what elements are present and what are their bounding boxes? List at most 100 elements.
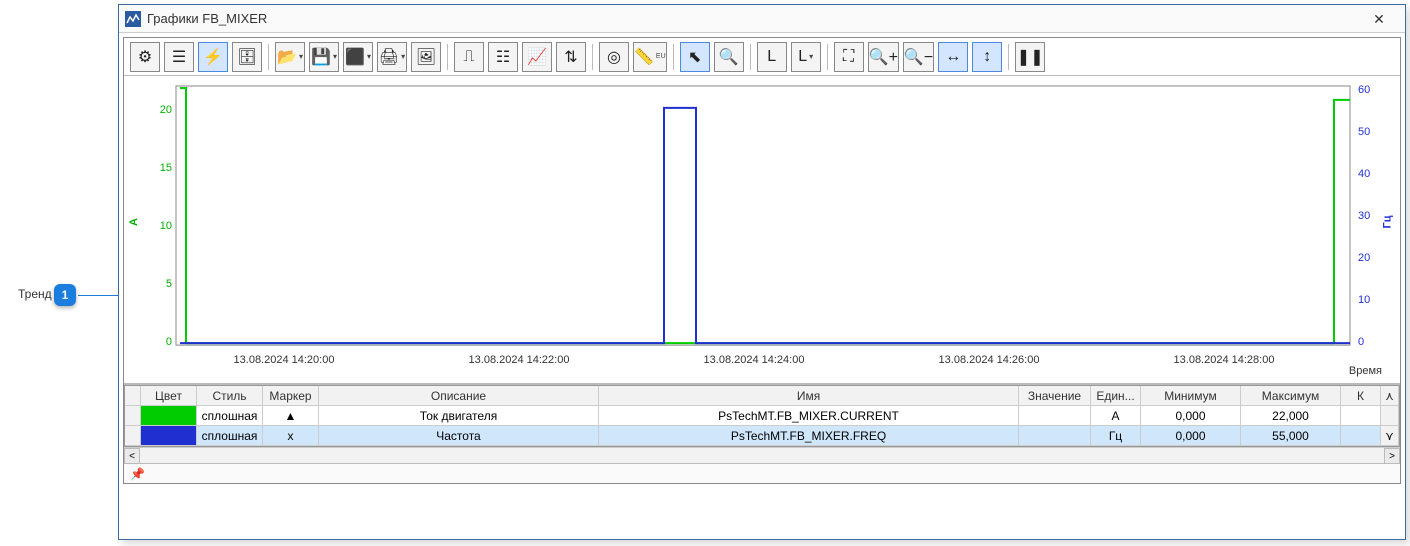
x-axis-label: Время [1349,365,1382,377]
y-right-tick: 40 [1358,168,1382,180]
legend-row[interactable]: сплошная ▲ Ток двигателя PsTechMT.FB_MIX… [125,406,1399,426]
toolbar-separator [827,44,828,70]
legend-panel: Цвет Стиль Маркер Описание Имя Значение … [124,384,1400,463]
pause-button[interactable]: ❚❚ [1015,42,1045,72]
osc-button[interactable]: ⎍ [454,42,484,72]
y-left-tick: 20 [148,104,172,116]
col-unit[interactable]: Един... [1091,386,1141,405]
zoom-in-icon: 🔍+ [869,47,898,67]
chevron-down-icon: ▾ [809,52,813,61]
style-cell: сплошная [197,426,263,445]
lb-button[interactable]: L [757,42,787,72]
pointer-button[interactable]: ⬉ [680,42,710,72]
pointer-icon: ⬉ [688,47,701,67]
chevron-down-icon: ▾ [299,52,303,61]
legend-hscrollbar[interactable]: < > [124,447,1400,463]
y-left-tick: 15 [148,162,172,174]
col-color[interactable]: Цвет [141,386,197,405]
col-desc[interactable]: Описание [319,386,599,405]
window-title: Графики FB_MIXER [147,11,1359,26]
y-right-tick: 60 [1358,84,1382,96]
lb-dropdown-button[interactable]: L▾ [791,42,821,72]
zoom-in-button[interactable]: 🔍+ [868,42,899,72]
list-icon: ☷ [496,47,510,67]
varrow-icon: ↕ [983,48,991,66]
ruler-icon: 📏 [634,47,654,67]
chevron-down-icon: ▾ [333,52,337,61]
col-min[interactable]: Минимум [1141,386,1241,405]
min-cell: 0,000 [1141,406,1241,425]
print-button[interactable]: 🖨▾ [377,42,407,72]
pin-icon[interactable]: 📌 [130,467,145,481]
haxis-button[interactable]: ↔ [938,42,968,72]
link-button[interactable]: ☰ [164,42,194,72]
list-button[interactable]: ☷ [488,42,518,72]
col-value[interactable]: Значение [1019,386,1091,405]
legend-scroll-down[interactable]: ⋎ [1381,426,1399,445]
y-left-tick: 10 [148,220,172,232]
scroll-right-button[interactable]: > [1384,448,1400,464]
zoom-out-button[interactable]: 🔍− [903,42,934,72]
marker-cell: x [263,426,319,445]
y-left-tick: 0 [148,336,172,348]
fit-button[interactable]: ⛶ [834,42,864,72]
min-cell: 0,000 [1141,426,1241,445]
legend-scroll-spacer [1381,406,1399,425]
chevron-down-icon: ▾ [401,52,405,61]
settings-button[interactable]: ⚙ [130,42,160,72]
col-max[interactable]: Максимум [1241,386,1341,405]
scroll-left-button[interactable]: < [124,448,140,464]
database-button[interactable]: 🗄 [232,42,262,72]
pause-icon: ❚❚ [1017,47,1044,67]
col-style[interactable]: Стиль [197,386,263,405]
x-tick: 13.08.2024 14:22:00 [449,354,589,366]
target-button[interactable]: ◎ [599,42,629,72]
db-icon: 🗄 [237,47,257,67]
col-name[interactable]: Имя [599,386,1019,405]
open-button[interactable]: 📂▾ [275,42,305,72]
color-swatch [141,406,197,425]
titlebar[interactable]: Графики FB_MIXER ✕ [119,5,1405,33]
print-icon: 🖨 [379,47,399,67]
annotation-bubble: 1 [54,284,76,306]
fit-icon: ⛶ [843,48,854,66]
scale-button[interactable]: ⇅ [556,42,586,72]
legend-table: Цвет Стиль Маркер Описание Имя Значение … [124,385,1400,447]
y-right-tick: 50 [1358,126,1382,138]
toolbar-separator [268,44,269,70]
toolbar-separator [750,44,751,70]
unit-cell: Гц [1091,426,1141,445]
legend-scroll-up[interactable]: ⋏ [1381,386,1399,405]
trend-chart[interactable]: 0 5 10 15 20 A 0 10 20 30 40 50 60 Гц [124,76,1400,384]
line-icon: 📈 [527,47,547,67]
annotation-label: Тренд [18,287,52,301]
y-right-tick: 20 [1358,252,1382,264]
export-excel-button[interactable]: ⬛▾ [343,42,373,72]
line-chart-button[interactable]: 📈 [522,42,552,72]
y-right-tick: 30 [1358,210,1382,222]
harrow-icon: ↔ [945,48,961,66]
x-tick: 13.08.2024 14:28:00 [1154,354,1294,366]
marker-cell: ▲ [263,406,319,425]
image-button[interactable]: 🖼 [411,42,441,72]
legend-row[interactable]: сплошная x Частота PsTechMT.FB_MIXER.FRE… [125,426,1399,446]
vaxis-button[interactable]: ↕ [972,42,1002,72]
col-k[interactable]: К [1341,386,1381,405]
save-button[interactable]: 💾▾ [309,42,339,72]
ruler-button[interactable]: 📏EU [633,42,667,72]
name-cell: PsTechMT.FB_MIXER.CURRENT [599,406,1019,425]
style-cell: сплошная [197,406,263,425]
chart-svg [124,76,1400,383]
zoom-out-icon: 🔍− [904,47,933,67]
zoom-icon: 🔍 [719,47,739,67]
y-right-tick: 0 [1358,336,1382,348]
legend-header-row: Цвет Стиль Маркер Описание Имя Значение … [125,386,1399,406]
close-button[interactable]: ✕ [1359,7,1399,31]
toolbar-separator [592,44,593,70]
zoom-button[interactable]: 🔍 [714,42,744,72]
realtime-button[interactable]: ⚡ [198,42,228,72]
legend-gutter [125,426,141,445]
color-swatch [141,426,197,445]
legend-gutter [125,406,141,425]
col-marker[interactable]: Маркер [263,386,319,405]
